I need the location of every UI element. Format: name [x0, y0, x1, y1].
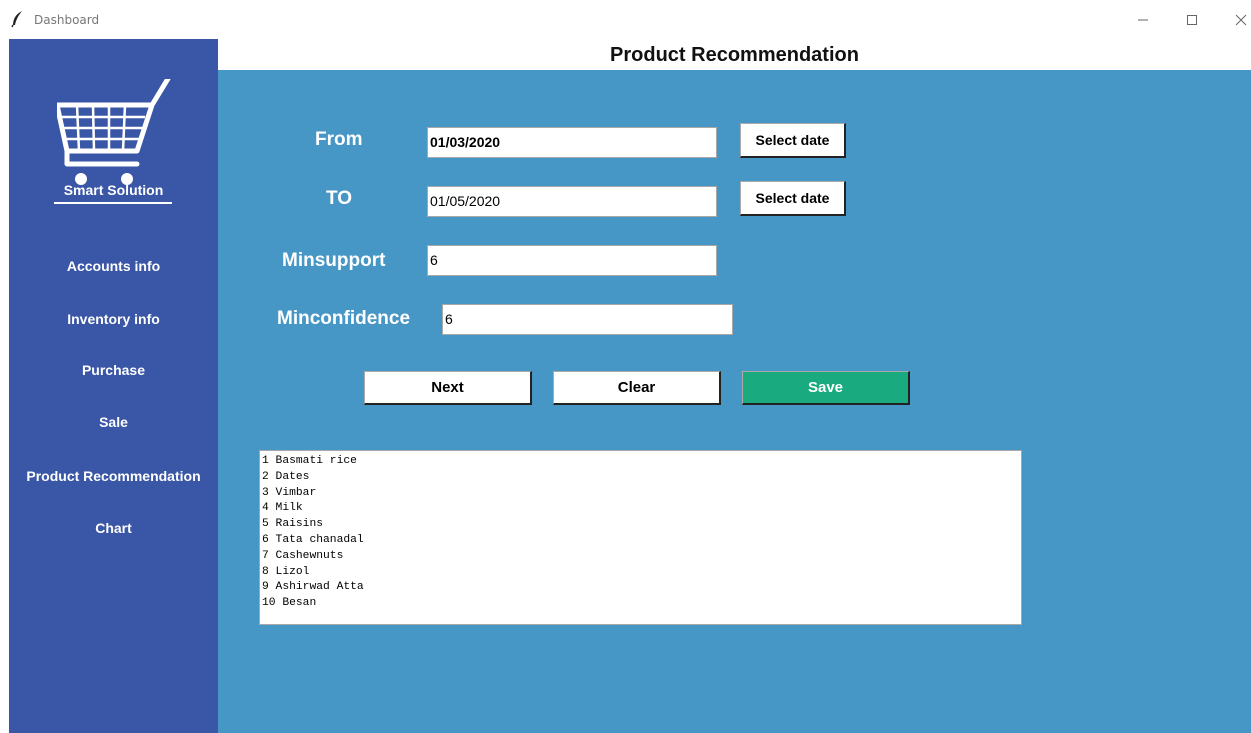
minsupport-label: Minsupport: [282, 250, 386, 271]
minimize-icon: [1138, 19, 1148, 21]
list-item: 5 Raisins: [262, 518, 324, 531]
page-header: Product Recommendation: [218, 39, 1251, 70]
feather-icon: [11, 11, 22, 28]
recommendation-results-list[interactable]: 1 Basmati rice 2 Dates 3 Vimbar 4 Milk 5…: [259, 450, 1022, 625]
list-item: 9 Ashirwad Atta: [262, 581, 364, 594]
to-select-date-button[interactable]: Select date: [740, 181, 846, 216]
minconfidence-label: Minconfidence: [277, 308, 411, 329]
sidebar: Smart Solution Accounts info Inventory i…: [9, 39, 218, 733]
maximize-icon: [1187, 15, 1197, 25]
sidebar-item-chart[interactable]: Chart: [9, 520, 218, 536]
window-titlebar: Dashboard: [0, 0, 1251, 39]
list-item: 4 Milk: [262, 502, 303, 515]
list-item: 1 Basmati rice: [262, 455, 357, 467]
close-icon: [1235, 14, 1247, 26]
sidebar-item-sale[interactable]: Sale: [9, 414, 218, 430]
to-label: TO: [326, 188, 353, 209]
minconfidence-field[interactable]: 6: [442, 304, 733, 335]
sidebar-item-accounts-info[interactable]: Accounts info: [9, 258, 218, 274]
list-item: 2 Dates: [262, 470, 310, 483]
maximize-button[interactable]: [1177, 8, 1207, 32]
from-date-field[interactable]: 01/03/2020: [427, 127, 717, 158]
clear-button[interactable]: Clear: [553, 371, 721, 405]
to-date-field[interactable]: 01/05/2020: [427, 186, 717, 217]
list-item: 3 Vimbar: [262, 486, 317, 499]
brand-name: Smart Solution: [63, 182, 164, 198]
from-label: From: [315, 129, 363, 150]
list-item: 8 Lizol: [262, 565, 310, 578]
minimize-button[interactable]: [1128, 8, 1158, 32]
brand-underline: [54, 202, 172, 204]
window-title: Dashboard: [34, 13, 100, 27]
list-item: 7 Cashewnuts: [262, 549, 344, 562]
next-button[interactable]: Next: [364, 371, 532, 405]
from-select-date-button[interactable]: Select date: [740, 123, 846, 158]
page-title: Product Recommendation: [610, 44, 859, 66]
list-item: 10 Besan: [262, 597, 317, 610]
list-item: 6 Tata chanadal: [262, 533, 364, 546]
sidebar-item-inventory-info[interactable]: Inventory info: [9, 311, 218, 327]
main-panel: From 01/03/2020 Select date TO 01/05/202…: [218, 70, 1251, 733]
save-button[interactable]: Save: [742, 371, 910, 405]
close-button[interactable]: [1226, 8, 1251, 32]
sidebar-item-purchase[interactable]: Purchase: [9, 362, 218, 378]
minsupport-field[interactable]: 6: [427, 245, 717, 276]
sidebar-item-product-recommendation[interactable]: Product Recommendation: [9, 468, 218, 484]
